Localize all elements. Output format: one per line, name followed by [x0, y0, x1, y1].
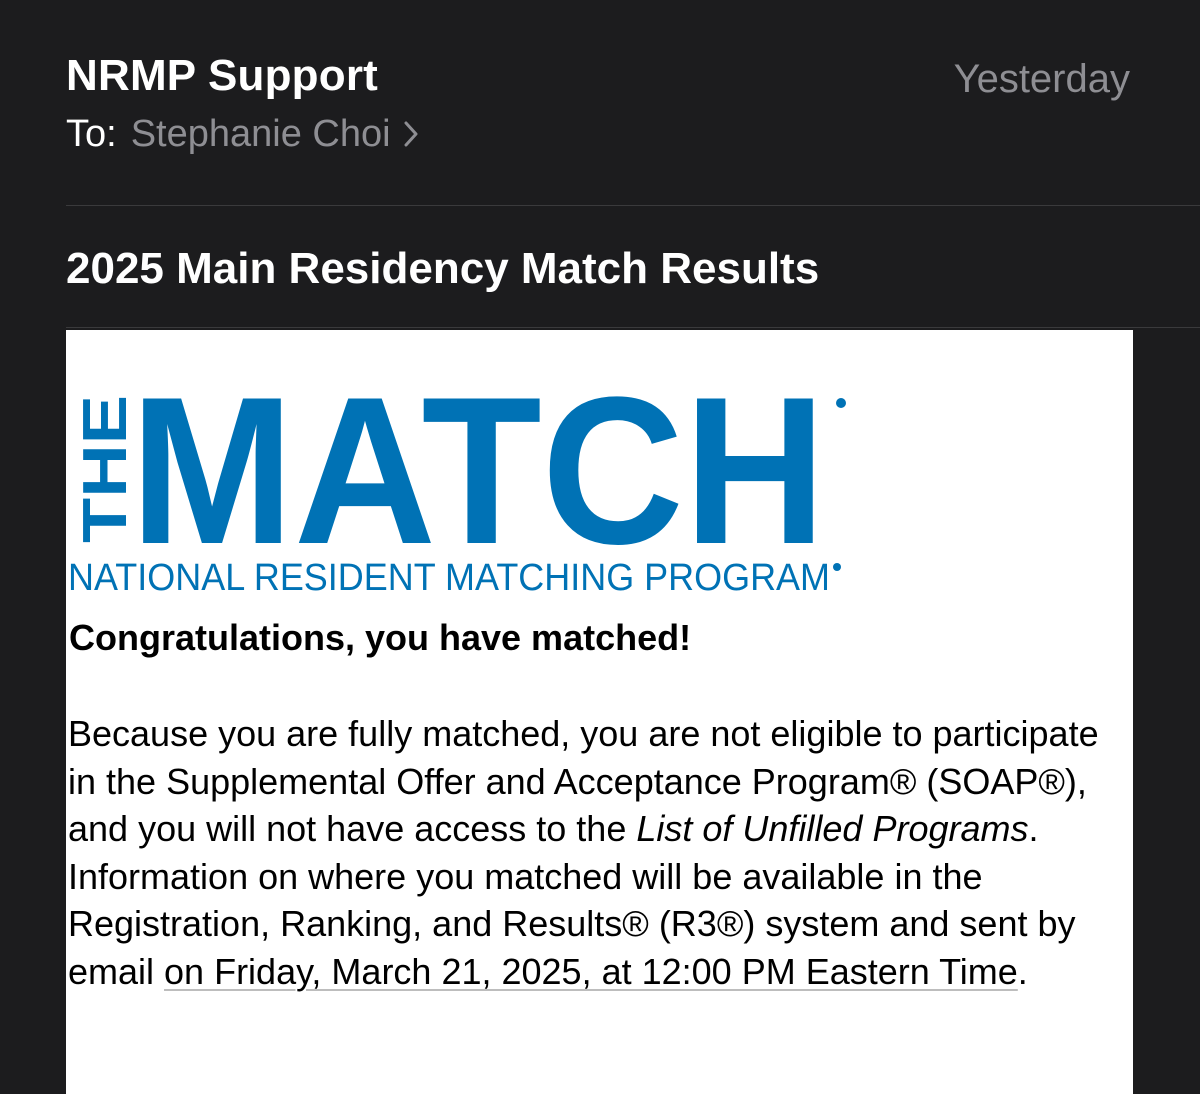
unfilled-programs-text: List of Unfilled Programs: [636, 808, 1029, 849]
match-info-paragraph: Because you are fully matched, you are n…: [68, 710, 1128, 995]
paragraph-text-3: .: [1017, 950, 1028, 992]
logo-subtitle-text: NATIONAL RESIDENT MATCHING PROGRAM: [68, 557, 830, 599]
recipient-row[interactable]: To: Stephanie Choi: [66, 110, 419, 158]
mail-message-screen: NRMP Support Yesterday To: Stephanie Cho…: [0, 0, 1200, 1094]
message-header: NRMP Support Yesterday To: Stephanie Cho…: [66, 0, 1200, 206]
message-body: THE MATCH NATIONAL RESIDENT MATCHING PRO…: [66, 330, 1133, 1094]
message-subject: 2025 Main Residency Match Results: [66, 244, 820, 293]
the-match-logo: THE MATCH NATIONAL RESIDENT MATCHING PRO…: [68, 360, 846, 599]
subject-section: 2025 Main Residency Match Results: [66, 205, 1200, 328]
release-date-link[interactable]: on Friday, March 21, 2025, at 12:00 PM E…: [164, 951, 1018, 992]
logo-match-text: MATCH: [130, 360, 826, 588]
recipient-name[interactable]: Stephanie Choi: [131, 110, 391, 158]
congratulations-heading: Congratulations, you have matched!: [69, 617, 692, 658]
to-label: To:: [66, 113, 117, 155]
chevron-right-icon[interactable]: [403, 120, 419, 148]
message-date: Yesterday: [953, 57, 1130, 101]
sender-name[interactable]: NRMP Support: [66, 50, 378, 102]
